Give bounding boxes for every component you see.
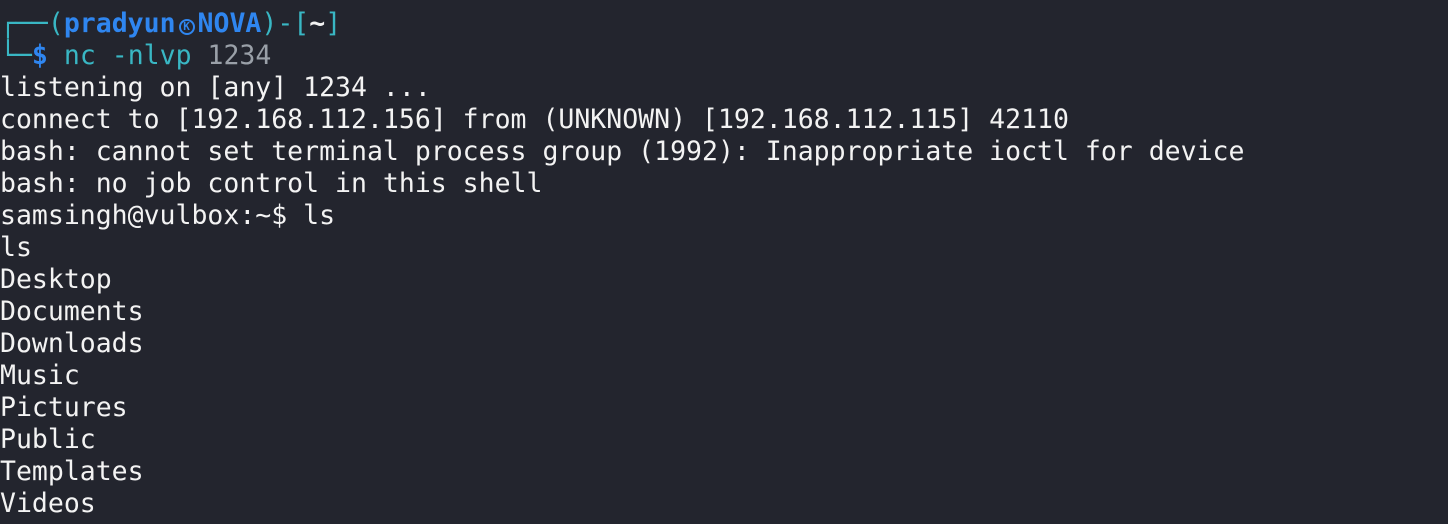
output-line: bash: cannot set terminal process group … [0,136,1245,167]
output-line: Videos [0,488,96,519]
command-flag: -nlvp [111,40,192,71]
command-name: nc [63,40,96,71]
command-port: 1234 [207,40,272,71]
prompt-dollar: $ [31,40,48,71]
prompt-user: pradyun [63,8,176,39]
output-line: ls [0,232,32,263]
terminal-window[interactable]: ┌──(pradyun K NOVA)-[~] └─$ nc -nlvp 1234 … [0,0,1448,524]
prompt-close-bracket: ] [325,8,342,39]
prompt-separator: )-[ [261,8,310,39]
prompt-host: NOVA [197,8,262,39]
prompt-corner-top: ┌── [0,8,48,39]
prompt-cwd: ~ [309,8,326,39]
output-line: Music [0,360,80,391]
output-line: listening on [any] 1234 ... [0,72,431,103]
output-line: Public [0,424,96,455]
prompt-command-line: └─$ nc -nlvp 1234 [0,40,271,72]
output-line: Templates [0,456,144,487]
prompt-corner-bottom: └─ [0,40,32,71]
output-line: Documents [0,296,144,327]
output-line: Pictures [0,392,128,423]
kali-icon: K [178,19,195,35]
output-line: bash: no job control in this shell [0,168,543,199]
output-line: connect to [192.168.112.156] from (UNKNO… [0,104,1069,135]
prompt-header-line: ┌──(pradyun K NOVA)-[~] [0,8,341,40]
output-line: samsingh@vulbox:~$ ls [0,200,336,231]
output-line: Downloads [0,328,144,359]
prompt-open-paren: ( [47,8,64,39]
output-line: Desktop [0,264,112,295]
